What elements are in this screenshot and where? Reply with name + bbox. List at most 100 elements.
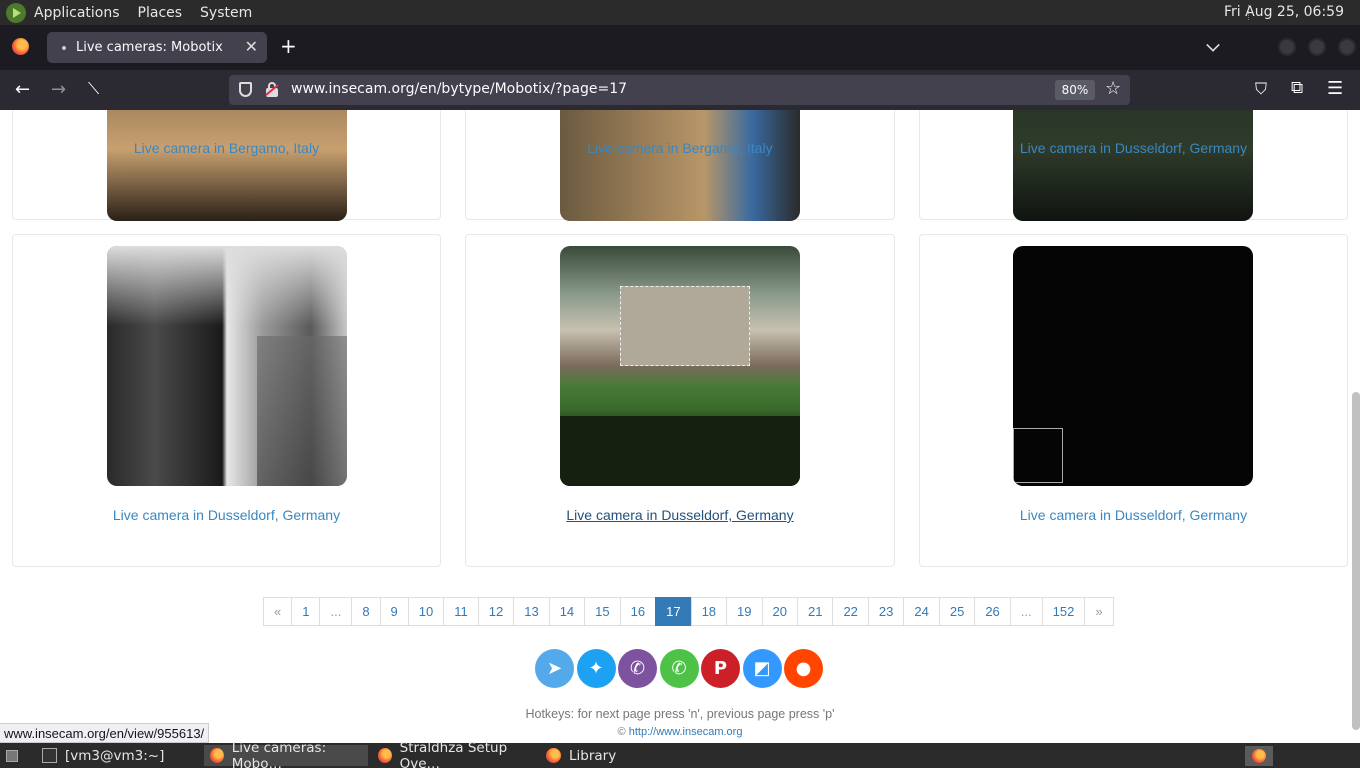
pagination-page[interactable]: 1 — [291, 597, 321, 626]
pagination-page[interactable]: 16 — [619, 597, 657, 626]
os-taskbar: [vm3@vm3:~] Live cameras: Mobo… Straldhz… — [0, 740, 1360, 772]
pagination-ellipsis: ... — [1009, 597, 1043, 626]
camera-thumbnail[interactable] — [560, 246, 800, 486]
firefox-icon[interactable] — [12, 38, 29, 55]
new-tab-button[interactable]: + — [280, 36, 297, 56]
taskbar-item-library[interactable]: Library — [540, 745, 660, 766]
bookmark-star-icon[interactable]: ☆ — [1105, 78, 1121, 99]
page-content: Live camera in Bergamo, Italy Live camer… — [0, 110, 1360, 743]
camera-thumbnail[interactable] — [560, 110, 800, 221]
pagination-next[interactable]: » — [1084, 597, 1114, 626]
insecam-home-link[interactable]: http://www.insecam.org — [629, 726, 743, 738]
os-top-panel: Applications Places System Fri Aug 25, 0… — [0, 0, 1360, 25]
maximize-button[interactable] — [1308, 38, 1326, 56]
pagination-page[interactable]: 12 — [477, 597, 515, 626]
camera-thumbnail[interactable] — [107, 246, 347, 486]
menu-system[interactable]: System — [200, 5, 252, 21]
taskbar-item-label: Library — [569, 747, 617, 764]
menu-applications[interactable]: Applications — [34, 5, 120, 21]
workspace-switcher[interactable] — [1245, 746, 1273, 766]
pagination-page[interactable]: 20 — [761, 597, 798, 626]
clock[interactable]: Fri Aug 25, 06:59 — [1224, 4, 1344, 20]
camera-link-hovered[interactable]: Live camera in Dusseldorf, Germany — [466, 507, 894, 523]
camera-link[interactable]: Live camera in Dusseldorf, Germany — [920, 140, 1347, 156]
pagination-page[interactable]: 13 — [513, 597, 550, 626]
stop-loading-icon[interactable]: ⟍ — [88, 79, 99, 99]
tab-close-icon[interactable]: ✕ — [245, 37, 258, 56]
taskbar-item-label: Live cameras: Mobo… — [231, 739, 327, 772]
pagination-ellipsis: ... — [319, 597, 353, 626]
pagination-page[interactable]: 18 — [690, 597, 728, 626]
pagination-page[interactable]: 15 — [584, 597, 621, 626]
taskbar-item-label: Straldhza Setup Ove… — [399, 739, 508, 772]
pagination-page[interactable]: 9 — [379, 597, 409, 626]
pagination-page[interactable]: 25 — [938, 597, 976, 626]
pocket-icon[interactable]: ⛉ — [1255, 79, 1267, 99]
pagination-page[interactable]: 24 — [903, 597, 940, 626]
tab-title: Live cameras: Mobotix — [76, 40, 223, 55]
pagination-page[interactable]: 22 — [832, 597, 869, 626]
back-arrow-icon[interactable]: ← — [15, 79, 30, 100]
camera-link[interactable]: Live camera in Bergamo, Italy — [466, 140, 894, 156]
taskbar-item-firefox-setup[interactable]: Straldhza Setup Ove… — [372, 740, 538, 772]
close-window-button[interactable] — [1338, 38, 1356, 56]
hamburger-menu-icon[interactable]: ☰ — [1327, 78, 1343, 99]
camera-card: Live camera in Dusseldorf, Germany — [12, 234, 441, 567]
camera-card: Live camera in Dusseldorf, Germany — [465, 234, 895, 567]
pagination-page[interactable]: 23 — [867, 597, 905, 626]
menu-places[interactable]: Places — [138, 5, 183, 21]
reddit-share-icon[interactable]: ● — [784, 649, 823, 688]
address-bar[interactable]: www.insecam.org/en/bytype/Mobotix/?page=… — [229, 75, 1130, 105]
tab-live-cameras[interactable]: Live cameras: Mobotix ✕ — [47, 32, 267, 63]
pagination-page[interactable]: 11 — [443, 597, 479, 626]
firefox-icon — [378, 748, 392, 763]
camera-card: Live camera in Bergamo, Italy — [465, 110, 895, 221]
list-all-tabs-chevron-icon[interactable] — [1206, 38, 1220, 52]
pagination-page[interactable]: 19 — [726, 597, 763, 626]
taskbar-item-terminal[interactable]: [vm3@vm3:~] — [36, 745, 200, 766]
camera-thumbnail[interactable] — [1013, 110, 1253, 221]
vertical-scrollbar[interactable] — [1352, 392, 1360, 730]
forward-arrow-icon[interactable]: → — [51, 79, 66, 100]
camera-card: Live camera in Bergamo, Italy — [12, 110, 441, 221]
link-status-bar: www.insecam.org/en/view/955613/ — [0, 723, 210, 743]
camera-link[interactable]: Live camera in Dusseldorf, Germany — [920, 507, 1347, 523]
pagination-page[interactable]: 152 — [1041, 597, 1086, 626]
pagination-page[interactable]: 26 — [974, 597, 1011, 626]
pagination-page[interactable]: 17 — [655, 597, 692, 626]
copyright-symbol: © — [617, 726, 626, 738]
camera-link[interactable]: Live camera in Dusseldorf, Germany — [13, 507, 440, 523]
zoom-level-button[interactable]: 80% — [1055, 80, 1095, 100]
insecure-lock-icon[interactable] — [265, 82, 279, 97]
viber-share-icon[interactable]: ✆ — [618, 649, 657, 688]
telegram-share-icon[interactable]: ➤ — [535, 649, 574, 688]
pagination-page[interactable]: 10 — [407, 597, 445, 626]
camera-card: Live camera in Dusseldorf, Germany — [919, 110, 1348, 221]
navigation-toolbar: ← → ⟍ www.insecam.org/en/bytype/Mobotix/… — [0, 70, 1360, 110]
url-text[interactable]: www.insecam.org/en/bytype/Mobotix/?page=… — [291, 81, 627, 97]
minimize-button[interactable] — [1278, 38, 1296, 56]
pagination-page[interactable]: 21 — [796, 597, 834, 626]
camera-link[interactable]: Live camera in Bergamo, Italy — [13, 140, 440, 156]
terminal-icon — [42, 748, 57, 763]
pinterest-share-icon[interactable]: P — [701, 649, 740, 688]
tracking-protection-shield-icon[interactable] — [239, 82, 252, 97]
camera-thumbnail[interactable] — [107, 110, 347, 221]
camera-card: Live camera in Dusseldorf, Germany — [919, 234, 1348, 567]
loading-dot-icon — [62, 45, 66, 50]
firefox-icon — [1252, 749, 1266, 763]
camera-thumbnail[interactable] — [1013, 246, 1253, 486]
pagination: «1... 8 9 10 11 12 13 14 15 16 17 18 19 20 21 22 23 24 25 2… — [263, 597, 1114, 626]
pagination-page[interactable]: 8 — [351, 597, 381, 626]
taskbar-item-firefox-live-cameras[interactable]: Live cameras: Mobo… — [204, 740, 368, 772]
show-desktop-button[interactable] — [2, 745, 36, 766]
delicious-share-icon[interactable]: ◩ — [742, 649, 782, 688]
whatsapp-share-icon[interactable]: ✆ — [659, 649, 699, 688]
pagination-page[interactable]: 14 — [548, 597, 586, 626]
os-logo-icon[interactable] — [6, 2, 26, 23]
twitter-share-icon[interactable]: ✦ — [576, 649, 616, 688]
hotkeys-hint: Hotkeys: for next page press 'n', previo… — [525, 707, 835, 721]
pagination-prev[interactable]: « — [263, 597, 293, 626]
desktop-icon — [6, 749, 18, 762]
extensions-puzzle-icon[interactable]: ⧉ — [1291, 78, 1303, 98]
